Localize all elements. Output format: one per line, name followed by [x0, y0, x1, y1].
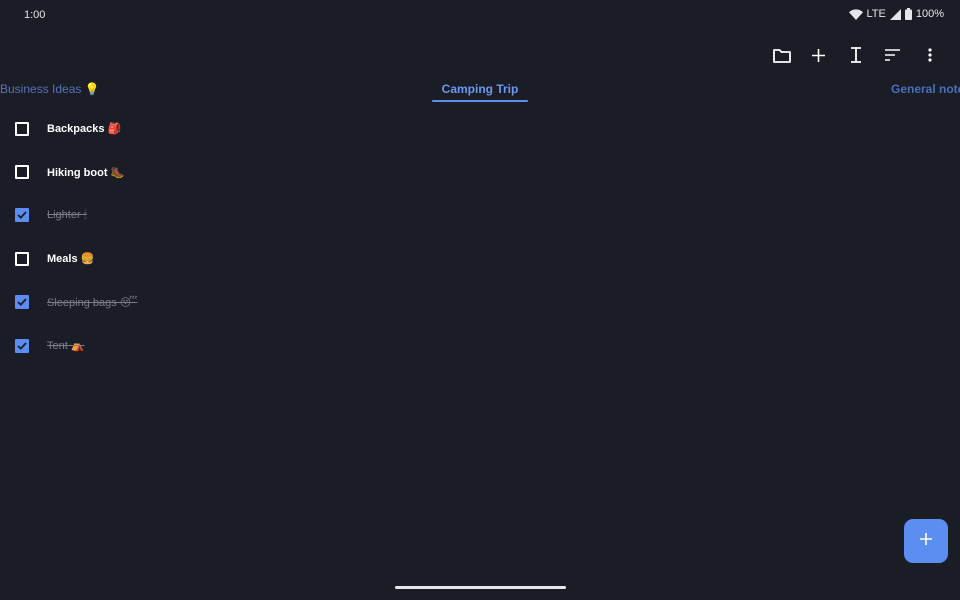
checkmark-icon: [17, 298, 27, 307]
item-label: Hiking boot 🥾: [47, 166, 125, 179]
wifi-icon: [848, 8, 863, 20]
text-format-button[interactable]: [837, 42, 874, 68]
item-label: Lighter 🕯: [47, 208, 87, 221]
checkbox[interactable]: [15, 251, 29, 266]
list-item[interactable]: Backpacks 🎒: [0, 107, 960, 150]
checkmark-icon: [17, 211, 27, 220]
tab-bar: Business Ideas 💡 Camping Trip General no…: [0, 78, 960, 104]
tab-general-note[interactable]: General note: [891, 82, 960, 96]
item-label: Tent ⛺: [47, 340, 85, 353]
plus-icon: [920, 532, 932, 550]
more-options-button[interactable]: [911, 42, 948, 68]
checklist: Backpacks 🎒 Hiking boot 🥾 Lighter 🕯 Meal…: [0, 107, 960, 367]
item-label: Sleeping bags 😴: [47, 296, 138, 309]
home-indicator[interactable]: [395, 586, 566, 589]
item-label: Meals 🍔: [47, 253, 95, 266]
list-item[interactable]: Hiking boot 🥾: [0, 150, 960, 193]
list-item[interactable]: Lighter 🕯: [0, 194, 960, 237]
checkbox[interactable]: [15, 338, 29, 353]
plus-icon: [812, 48, 825, 62]
checkbox[interactable]: [15, 295, 29, 310]
item-label: Backpacks 🎒: [47, 123, 122, 136]
add-note-button[interactable]: [800, 42, 837, 68]
signal-icon: [889, 8, 901, 20]
network-label: LTE: [866, 8, 886, 20]
checkbox[interactable]: [15, 165, 29, 180]
add-item-fab[interactable]: [904, 519, 948, 563]
list-item[interactable]: Tent ⛺: [0, 324, 960, 367]
status-time: 1:00: [24, 9, 46, 21]
checkbox[interactable]: [15, 208, 29, 223]
folder-icon: [772, 48, 791, 63]
status-indicators: LTE 100%: [848, 8, 944, 20]
tab-indicator: [432, 100, 528, 102]
checkbox[interactable]: [15, 121, 29, 136]
more-vert-icon: [927, 48, 932, 62]
tab-camping-trip[interactable]: Camping Trip: [432, 82, 528, 96]
battery-level: 100%: [915, 8, 944, 20]
list-item[interactable]: Sleeping bags 😴: [0, 281, 960, 324]
toolbar: [763, 42, 948, 68]
sort-button[interactable]: [874, 42, 911, 68]
text-cursor-icon: [850, 47, 862, 63]
tab-business-ideas[interactable]: Business Ideas 💡: [0, 82, 100, 96]
status-bar: 1:00 LTE 100%: [0, 0, 960, 30]
list-item[interactable]: Meals 🍔: [0, 237, 960, 280]
folder-button[interactable]: [763, 42, 800, 68]
checkmark-icon: [17, 342, 27, 350]
sort-icon: [885, 49, 900, 61]
battery-icon: [904, 8, 912, 20]
